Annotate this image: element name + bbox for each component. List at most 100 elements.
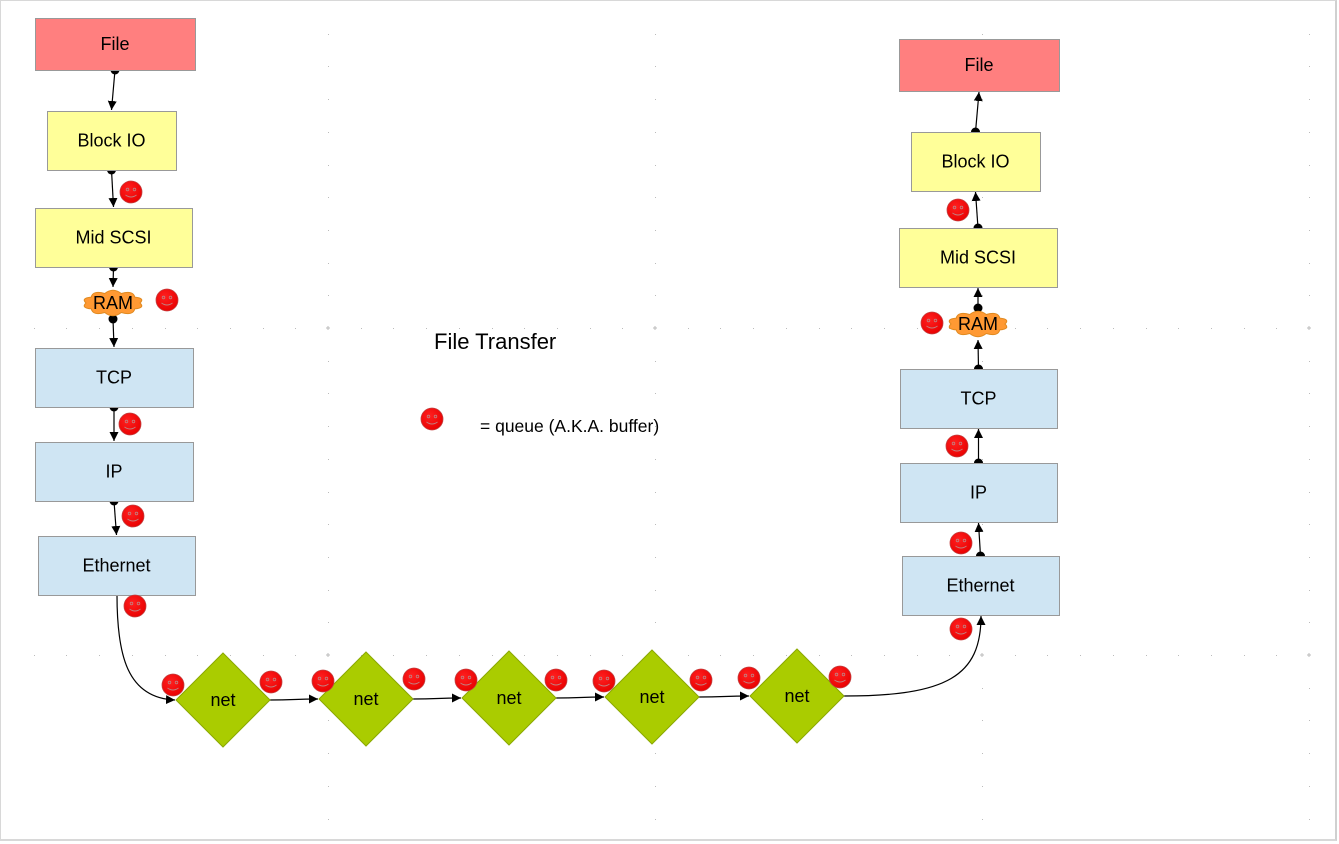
edge-s-ram-to-s-tcp bbox=[108, 314, 119, 348]
smiley-queue-icon bbox=[737, 666, 761, 690]
legend-label: = queue (A.K.A. buffer) bbox=[480, 416, 659, 436]
node-label: Block IO bbox=[77, 131, 145, 151]
node-s-file[interactable]: File bbox=[35, 18, 196, 71]
grid-dot bbox=[459, 655, 460, 656]
node-label: Block IO bbox=[941, 152, 1009, 172]
grid-dot bbox=[393, 328, 394, 329]
edge-net-4-to-net-5 bbox=[698, 691, 750, 701]
grid-dot bbox=[982, 197, 983, 198]
node-net-1[interactable]: net bbox=[175, 652, 271, 748]
edge-r-ethernet-to-r-ip bbox=[974, 522, 985, 561]
node-r-midscsi[interactable]: Mid SCSI bbox=[899, 228, 1058, 288]
node-net-5[interactable]: net bbox=[749, 648, 845, 744]
connector-line bbox=[107, 69, 117, 111]
node-label: TCP bbox=[96, 368, 132, 388]
grid-dot bbox=[1309, 132, 1310, 133]
grid-dot bbox=[655, 524, 656, 525]
smiley-queue-icon bbox=[311, 669, 335, 693]
grid-dot bbox=[1309, 197, 1310, 198]
grid-dot bbox=[66, 655, 67, 656]
node-s-ip[interactable]: IP bbox=[35, 442, 194, 502]
edge-net-1-to-net-2 bbox=[269, 694, 319, 704]
grid-dot bbox=[1146, 328, 1147, 329]
smiley-queue-icon bbox=[920, 311, 944, 335]
node-net-2[interactable]: net bbox=[318, 651, 414, 747]
grid-dot bbox=[982, 720, 983, 721]
grid-dot bbox=[1309, 99, 1310, 100]
grid-dot bbox=[982, 34, 983, 35]
grid-dot bbox=[1309, 459, 1310, 460]
node-s-midscsi[interactable]: Mid SCSI bbox=[35, 208, 193, 268]
grid-dot bbox=[1309, 66, 1310, 67]
grid-dot bbox=[328, 66, 329, 67]
grid-dot bbox=[917, 328, 918, 329]
node-r-tcp[interactable]: TCP bbox=[900, 369, 1058, 429]
node-net-4[interactable]: net bbox=[604, 649, 700, 745]
node-s-blockio[interactable]: Block IO bbox=[47, 111, 177, 171]
grid-dot bbox=[328, 132, 329, 133]
grid-dot bbox=[132, 328, 133, 329]
edge-s-blockio-to-s-midscsi bbox=[107, 165, 118, 208]
grid-dot bbox=[917, 655, 918, 656]
node-label: RAM bbox=[93, 293, 133, 313]
smiley-queue-icon bbox=[949, 531, 973, 555]
node-r-ethernet[interactable]: Ethernet bbox=[902, 556, 1060, 616]
node-s-tcp[interactable]: TCP bbox=[35, 348, 194, 408]
grid-dot bbox=[622, 328, 623, 329]
grid-dot bbox=[982, 459, 983, 460]
grid-dot bbox=[165, 328, 166, 329]
grid-dot bbox=[753, 328, 754, 329]
grid-dot bbox=[982, 361, 983, 362]
grid-dot bbox=[655, 230, 656, 231]
grid-cross bbox=[1307, 326, 1311, 330]
grid-dot bbox=[655, 622, 656, 623]
node-r-ram[interactable]: RAM bbox=[948, 310, 1008, 338]
grid-dot bbox=[655, 361, 656, 362]
node-net-3[interactable]: net bbox=[461, 650, 557, 746]
grid-dot bbox=[1309, 230, 1310, 231]
connector-line bbox=[555, 692, 605, 702]
grid-dot bbox=[982, 622, 983, 623]
grid-dot bbox=[1309, 34, 1310, 35]
grid-dot bbox=[1244, 328, 1245, 329]
smiley-queue-icon bbox=[155, 288, 179, 312]
node-r-blockio[interactable]: Block IO bbox=[911, 132, 1041, 192]
grid-dot bbox=[1309, 753, 1310, 754]
grid-dot bbox=[1309, 393, 1310, 394]
node-label: RAM bbox=[958, 314, 998, 334]
grid-dot bbox=[655, 295, 656, 296]
grid-dot bbox=[655, 819, 656, 820]
grid-dot bbox=[1309, 492, 1310, 493]
diagram-title: File Transfer bbox=[434, 329, 556, 354]
grid-dot bbox=[720, 328, 721, 329]
smiley-queue-icon bbox=[161, 673, 185, 697]
node-label: net bbox=[210, 690, 235, 710]
connector-line bbox=[412, 693, 462, 703]
grid-dot bbox=[655, 753, 656, 754]
grid-dot bbox=[590, 328, 591, 329]
smiley-queue-icon bbox=[454, 668, 478, 692]
node-s-ethernet[interactable]: Ethernet bbox=[38, 536, 196, 596]
node-r-file[interactable]: File bbox=[899, 39, 1060, 92]
grid-cross bbox=[326, 326, 330, 330]
node-r-ip[interactable]: IP bbox=[900, 463, 1058, 523]
queues bbox=[118, 180, 973, 697]
grid-dot bbox=[34, 328, 35, 329]
node-label: net bbox=[353, 689, 378, 709]
grid-dot bbox=[328, 295, 329, 296]
node-s-ram[interactable]: RAM bbox=[83, 289, 143, 317]
grid-dot bbox=[1309, 720, 1310, 721]
grid-cross bbox=[326, 653, 330, 657]
smiley-queue-icon bbox=[259, 670, 283, 694]
grid-dot bbox=[1309, 819, 1310, 820]
edge-r-blockio-to-r-file bbox=[971, 91, 983, 137]
edge-s-tcp-to-s-ip bbox=[109, 402, 119, 441]
grid-dot bbox=[1309, 524, 1310, 525]
grid-dot bbox=[982, 295, 983, 296]
grid-dot bbox=[557, 655, 558, 656]
grid-dot bbox=[492, 655, 493, 656]
grid-dot bbox=[655, 34, 656, 35]
edge-r-midscsi-to-r-blockio bbox=[971, 191, 983, 233]
smiley-queue-icon bbox=[949, 617, 973, 641]
grid-cross bbox=[1307, 653, 1311, 657]
